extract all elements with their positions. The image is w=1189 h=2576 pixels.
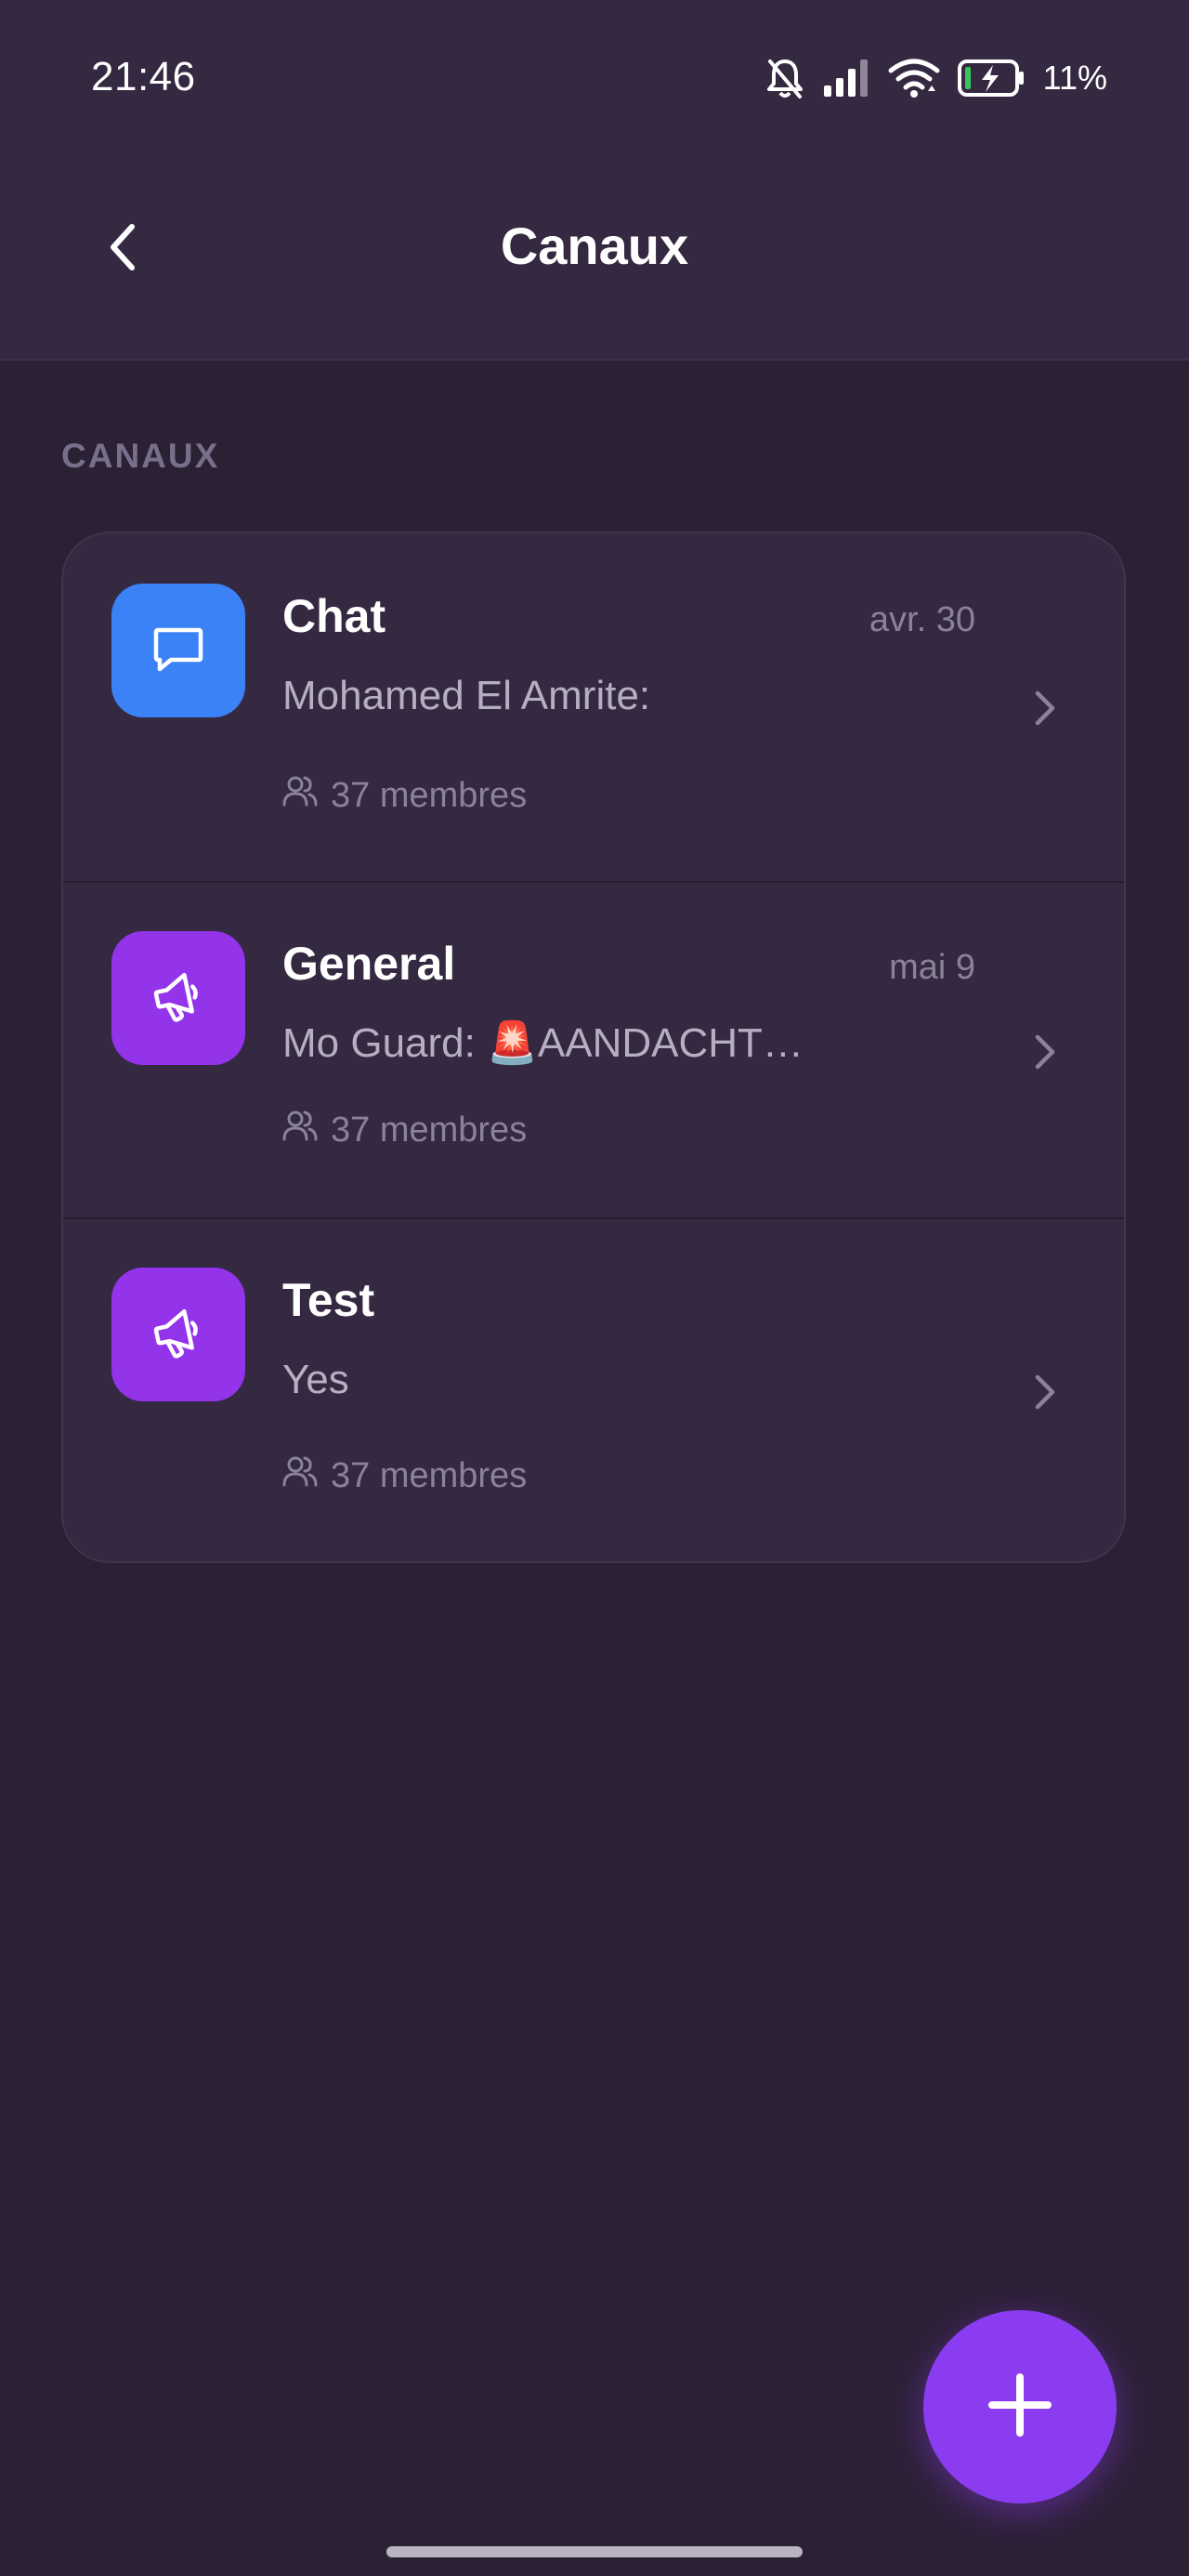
channel-avatar bbox=[111, 931, 245, 1065]
page-title: Canaux bbox=[500, 217, 689, 275]
channel-row-general[interactable]: General mai 9 Mo Guard: 🚨AANDACHT… 37 me… bbox=[63, 881, 1124, 1219]
channel-members: 37 membres bbox=[282, 773, 527, 818]
channel-preview: Mohamed El Amrite: bbox=[282, 673, 651, 718]
header: 21:46 11% Canaux bbox=[0, 0, 1189, 361]
megaphone-icon bbox=[148, 966, 209, 1032]
channel-name: Chat bbox=[282, 590, 386, 642]
channel-avatar bbox=[111, 584, 245, 717]
status-icons: 11% bbox=[764, 52, 1107, 104]
home-indicator[interactable] bbox=[386, 2546, 803, 2557]
bell-off-icon bbox=[764, 56, 805, 100]
battery-charging-icon bbox=[957, 58, 1025, 99]
users-icon bbox=[282, 773, 318, 818]
add-channel-button[interactable] bbox=[923, 2310, 1117, 2504]
users-icon bbox=[282, 1453, 318, 1498]
chat-bubble-icon bbox=[149, 619, 208, 683]
members-count: 37 membres bbox=[331, 775, 528, 815]
channel-row-chat[interactable]: Chat avr. 30 Mohamed El Amrite: 37 membr… bbox=[63, 533, 1124, 881]
channel-list: Chat avr. 30 Mohamed El Amrite: 37 membr… bbox=[61, 532, 1126, 1563]
channel-members: 37 membres bbox=[282, 1453, 527, 1498]
members-count: 37 membres bbox=[331, 1110, 528, 1150]
users-icon bbox=[282, 1108, 318, 1152]
plus-icon bbox=[986, 2372, 1053, 2443]
wifi-icon bbox=[887, 58, 941, 99]
members-count: 37 membres bbox=[331, 1455, 528, 1495]
signal-icon bbox=[822, 58, 870, 99]
status-time: 21:46 bbox=[91, 54, 196, 99]
battery-percent: 11% bbox=[1042, 59, 1107, 97]
channel-preview: Yes bbox=[282, 1357, 349, 1402]
channel-members: 37 membres bbox=[282, 1108, 527, 1152]
channel-date: avr. 30 bbox=[869, 600, 975, 639]
channel-date: mai 9 bbox=[889, 948, 975, 987]
megaphone-icon bbox=[148, 1302, 209, 1368]
chevron-right-icon bbox=[1026, 1364, 1063, 1420]
channel-name: General bbox=[282, 938, 456, 990]
channel-avatar bbox=[111, 1268, 245, 1401]
chevron-right-icon bbox=[1026, 680, 1063, 736]
channel-preview: Mo Guard: 🚨AANDACHT… bbox=[282, 1020, 804, 1066]
channel-name: Test bbox=[282, 1274, 375, 1326]
section-label: CANAUX bbox=[61, 437, 220, 475]
channel-row-test[interactable]: Test Yes 37 membres bbox=[63, 1217, 1124, 1561]
chevron-right-icon bbox=[1026, 1024, 1063, 1080]
